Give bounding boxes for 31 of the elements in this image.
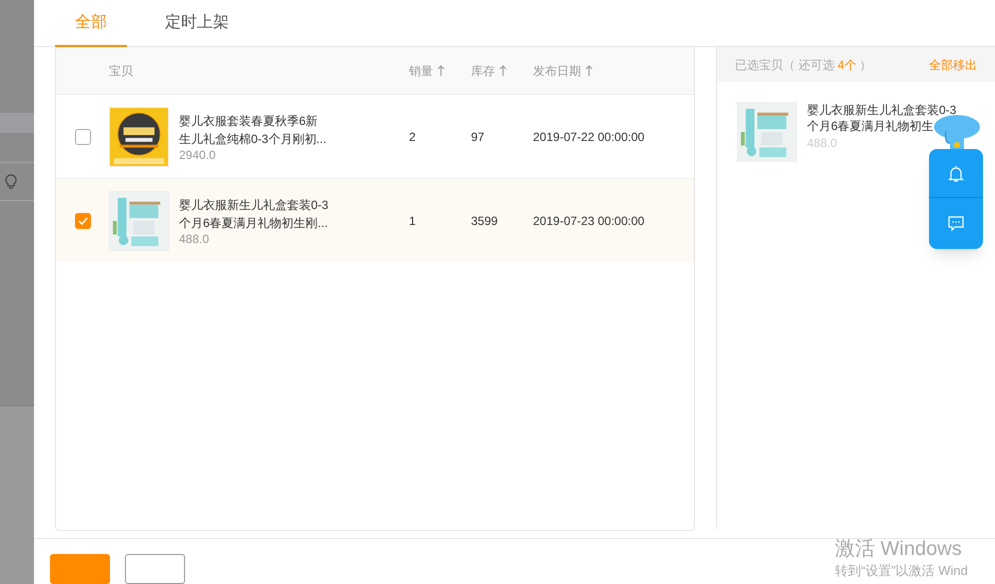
chat-icon <box>948 216 964 232</box>
column-header: 宝贝 <box>109 62 133 80</box>
sort-arrow-icon[interactable] <box>437 65 445 76</box>
activation-title: 激活 Windows <box>835 537 963 561</box>
activation-subtitle: 转到“设置”以激活 Wind <box>835 562 968 580</box>
checkbox[interactable] <box>74 128 90 144</box>
bell-icon <box>948 164 964 182</box>
tab[interactable]: 定时上架 <box>145 0 249 47</box>
product-price: 488.0 <box>179 232 210 246</box>
sales-cell: 1 <box>409 214 416 228</box>
cancel-button[interactable] <box>125 554 185 584</box>
product-price: 2940.0 <box>179 148 217 162</box>
selected-count-text: 已选宝贝（ 还可选 4个 ） <box>735 56 872 74</box>
checkbox[interactable] <box>74 212 90 228</box>
product-title: 婴儿衣服新生儿礼盒套装0-3 个月6春夏满月礼物初生 <box>807 102 956 134</box>
sort-arrow-icon[interactable] <box>585 65 593 76</box>
column-header: 发布日期 <box>533 62 581 80</box>
stock-cell: 3599 <box>471 214 498 228</box>
product-title: 婴儿衣服套装春夏秋季6新 生儿礼盒纯棉0-3个月刚初... <box>179 112 326 148</box>
product-title: 婴儿衣服新生儿礼盒套装0-3 个月6春夏满月礼物初生刚... <box>179 196 328 232</box>
backdrop-highlight-row <box>0 113 34 133</box>
checkmark-icon <box>78 216 88 224</box>
column-header: 库存 <box>471 62 495 80</box>
date-cell: 2019-07-22 00:00:00 <box>533 130 644 144</box>
stock-cell: 97 <box>471 130 484 144</box>
lightbulb-icon <box>4 174 18 190</box>
table-row[interactable]: 婴儿衣服新生儿礼盒套装0-3 个月6春夏满月礼物初生刚... 488.0 1 3599 2019-07-23 00:00:00 <box>56 178 694 262</box>
sort-arrow-icon[interactable] <box>499 65 507 76</box>
sales-cell: 2 <box>409 130 416 144</box>
date-cell: 2019-07-23 00:00:00 <box>533 214 644 228</box>
column-header: 销量 <box>409 62 433 80</box>
